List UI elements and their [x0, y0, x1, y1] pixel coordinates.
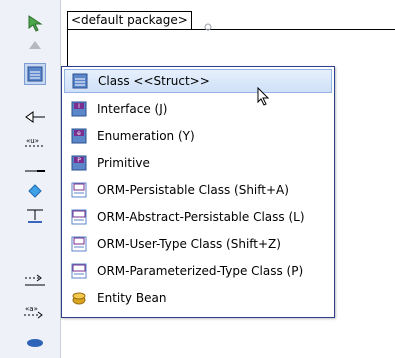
diamond-tool[interactable]: [24, 180, 46, 202]
svg-text:I: I: [78, 103, 80, 110]
orm-parameterized-type-icon: [71, 263, 87, 279]
association-icon: [25, 274, 45, 286]
generalization-tool[interactable]: [24, 106, 46, 128]
more-icon: [27, 339, 43, 347]
menu-item-entity-bean[interactable]: Entity Bean: [64, 286, 332, 310]
dependency-icon: [27, 209, 43, 223]
menu-item-label: Primitive: [97, 156, 150, 170]
usage-icon: «u»: [25, 137, 45, 147]
diamond-icon: [28, 184, 42, 198]
menu-item-orm-parameterized-type[interactable]: ORM-Parameterized-Type Class (P): [64, 259, 332, 283]
orm-persistable-icon: [71, 182, 87, 198]
enumeration-icon: e: [71, 128, 87, 144]
menu-item-label: Class <<Struct>>: [98, 74, 210, 88]
more-tool[interactable]: [24, 330, 46, 352]
tool-palette: «u» «a»: [0, 0, 61, 358]
class-icon: [72, 73, 88, 89]
selector-icon: [28, 15, 43, 32]
selector-tool[interactable]: [24, 12, 46, 34]
class-type-popup-menu: Class <<Struct>> I Interface (J) e Enume…: [61, 66, 335, 318]
realization-tool[interactable]: [24, 160, 46, 182]
generalization-icon: [25, 111, 45, 123]
menu-item-label: ORM-Abstract-Persistable Class (L): [97, 210, 305, 224]
usage-tool[interactable]: «u»: [24, 130, 46, 152]
palette-scroll-up[interactable]: [24, 38, 46, 52]
menu-item-label: Interface (J): [97, 102, 168, 116]
package-name-tab[interactable]: <default package>: [67, 11, 192, 30]
menu-item-orm-abstract-persistable[interactable]: ORM-Abstract-Persistable Class (L): [64, 205, 332, 229]
menu-item-orm-persistable[interactable]: ORM-Persistable Class (Shift+A): [64, 178, 332, 202]
svg-text:P: P: [77, 157, 81, 164]
package-frame-top: [67, 29, 395, 30]
interface-icon: I: [71, 101, 87, 117]
search-icon[interactable]: [204, 20, 212, 34]
svg-text:e: e: [77, 130, 81, 137]
package-frame-left: [67, 29, 68, 69]
mouse-cursor-icon: [257, 86, 271, 110]
menu-item-label: Entity Bean: [97, 291, 167, 305]
usage-label: «u»: [26, 137, 39, 145]
stereotype-tool[interactable]: «a»: [24, 300, 46, 322]
orm-user-type-icon: [71, 236, 87, 252]
menu-item-primitive[interactable]: P Primitive: [64, 151, 332, 175]
association-tool[interactable]: [24, 270, 46, 292]
stereotype-label: «a»: [25, 305, 38, 313]
scroll-up-icon: [29, 41, 41, 49]
menu-item-orm-user-type[interactable]: ORM-User-Type Class (Shift+Z): [64, 232, 332, 256]
orm-abstract-persistable-icon: [71, 209, 87, 225]
menu-item-enumeration[interactable]: e Enumeration (Y): [64, 124, 332, 148]
menu-item-label: ORM-User-Type Class (Shift+Z): [97, 237, 281, 251]
stereotype-icon: «a»: [24, 305, 43, 319]
class-tool[interactable]: [24, 63, 46, 85]
menu-item-label: ORM-Parameterized-Type Class (P): [97, 264, 304, 278]
menu-item-interface[interactable]: I Interface (J): [64, 97, 332, 121]
menu-item-label: ORM-Persistable Class (Shift+A): [97, 183, 289, 197]
primitive-icon: P: [71, 155, 87, 171]
menu-item-label: Enumeration (Y): [97, 129, 195, 143]
class-tool-icon: [27, 66, 43, 82]
dependency-tool[interactable]: [24, 205, 46, 227]
menu-item-class-struct[interactable]: Class <<Struct>>: [64, 69, 332, 93]
realization-icon: [25, 170, 45, 172]
entity-bean-icon: [71, 290, 87, 306]
